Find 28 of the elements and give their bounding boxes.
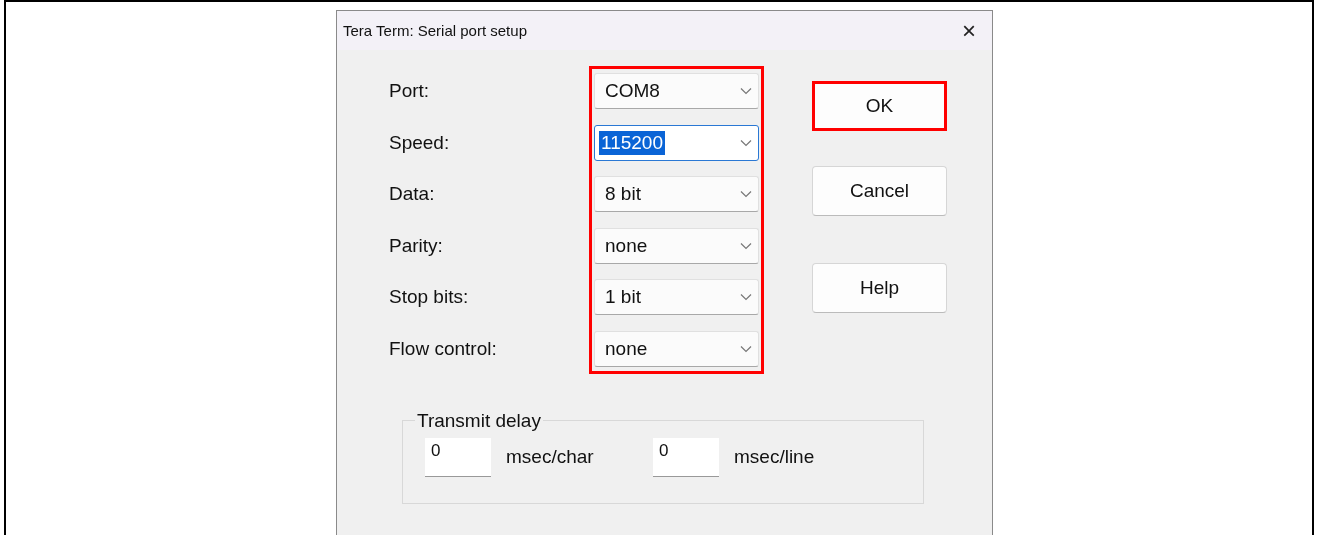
unit-label: msec/line bbox=[734, 446, 816, 468]
chevron-icon bbox=[740, 241, 752, 250]
chevron-icon bbox=[740, 190, 752, 198]
dropdown[interactable]: none bbox=[594, 227, 759, 264]
dialog-button[interactable]: Cancel bbox=[812, 166, 947, 216]
dropdown[interactable]: none bbox=[594, 330, 759, 367]
field-label: Port: bbox=[389, 79, 430, 103]
chevron-icon bbox=[740, 87, 752, 95]
field-label: Parity: bbox=[389, 233, 443, 258]
dialog-button[interactable]: OK bbox=[812, 81, 947, 131]
input-field[interactable]: 0 bbox=[425, 437, 491, 477]
chevron-icon bbox=[740, 344, 752, 353]
chevron-icon bbox=[740, 293, 752, 301]
field-label: Stop bits: bbox=[389, 285, 469, 309]
dropdown[interactable]: COM8 bbox=[594, 73, 759, 109]
unit-label: msec/char bbox=[506, 446, 595, 468]
field-label: Speed: bbox=[389, 130, 450, 155]
dropdown[interactable]: 115200 bbox=[594, 124, 759, 161]
dropdown[interactable]: 1 bit bbox=[594, 279, 759, 315]
close-button[interactable]: × bbox=[946, 18, 992, 43]
field-label: Flow control: bbox=[389, 336, 497, 361]
input-field[interactable]: 0 bbox=[653, 437, 719, 477]
dropdown[interactable]: 8 bit bbox=[594, 176, 759, 212]
dialog-button[interactable]: Help bbox=[812, 263, 947, 313]
chevron-icon bbox=[740, 138, 752, 147]
field-label: Data: bbox=[389, 182, 435, 206]
group-title: Transmit delay bbox=[416, 409, 542, 432]
window-title: Tera Term: Serial port setup bbox=[343, 22, 527, 39]
